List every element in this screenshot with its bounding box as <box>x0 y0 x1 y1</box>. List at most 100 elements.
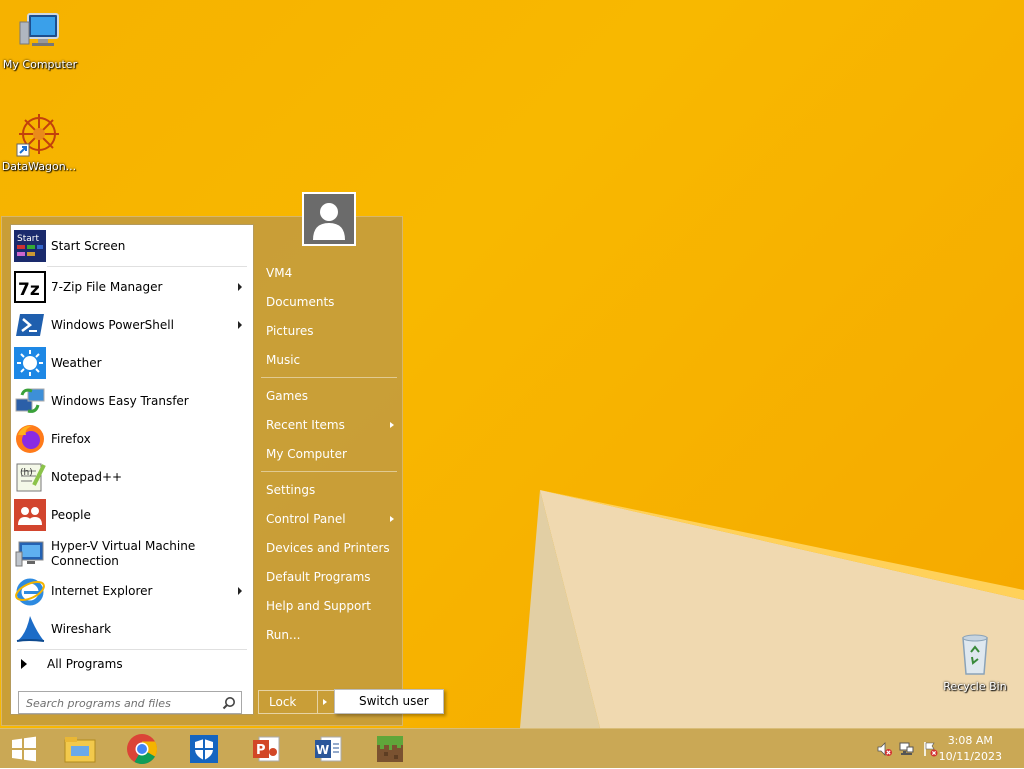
right-item-label: Recent Items <box>266 418 345 432</box>
people-icon <box>14 499 46 531</box>
lock-button[interactable]: Lock <box>258 690 318 714</box>
recycle-bin-icon <box>951 630 999 678</box>
right-item-devices-printers[interactable]: Devices and Printers <box>266 537 396 559</box>
menu-item-label: Internet Explorer <box>51 583 153 598</box>
right-item-help-support[interactable]: Help and Support <box>266 595 396 617</box>
windows-logo-icon <box>12 736 36 762</box>
search-icon[interactable] <box>222 696 236 710</box>
desktop-icon-datawagon[interactable]: DataWagon... <box>0 110 79 173</box>
right-item-label: Games <box>266 389 308 403</box>
right-item-documents[interactable]: Documents <box>266 291 396 313</box>
menu-item-easy-transfer[interactable]: Windows Easy Transfer <box>14 383 250 419</box>
right-item-label: Default Programs <box>266 570 371 584</box>
menu-item-label: 7-Zip File Manager <box>51 279 163 294</box>
menu-item-label: Notepad++ <box>51 469 123 484</box>
computer-icon <box>16 8 64 56</box>
right-item-label: Help and Support <box>266 599 371 613</box>
user-avatar[interactable] <box>302 192 356 246</box>
menu-item-hyperv[interactable]: Hyper-V Virtual Machine Connection <box>14 535 250 573</box>
menu-item-notepadpp[interactable]: (h) Notepad++ <box>14 459 250 495</box>
right-item-run[interactable]: Run... <box>266 624 396 646</box>
desktop-icon-label: My Computer <box>2 58 78 71</box>
taskbar-powerpoint[interactable]: P <box>242 731 290 767</box>
action-center-flag-icon[interactable] <box>922 741 938 757</box>
switch-user-menu-item[interactable]: Switch user <box>334 689 444 714</box>
7zip-icon: 7z <box>14 271 46 303</box>
start-menu-programs-pane: Start Start Screen 7z 7-Zip File Manager… <box>10 224 254 715</box>
file-explorer-icon <box>64 737 96 763</box>
weather-icon <box>14 347 46 379</box>
powerpoint-icon: P <box>253 736 280 762</box>
taskbar-defender[interactable] <box>180 731 228 767</box>
menu-item-powershell[interactable]: Windows PowerShell <box>14 307 250 343</box>
right-item-vm4[interactable]: VM4 <box>266 262 396 284</box>
expand-triangle-icon <box>21 659 27 669</box>
volume-muted-icon[interactable] <box>876 741 892 757</box>
right-item-label: Settings <box>266 483 316 497</box>
right-item-default-programs[interactable]: Default Programs <box>266 566 396 588</box>
right-item-control-panel[interactable]: Control Panel <box>266 508 396 530</box>
menu-item-7zip[interactable]: 7z 7-Zip File Manager <box>14 269 250 305</box>
defender-icon <box>190 735 218 763</box>
taskbar-chrome[interactable] <box>118 731 166 767</box>
desktop-icon-recycle-bin[interactable]: Recycle Bin <box>935 630 1015 693</box>
menu-item-label: Hyper-V Virtual Machine <box>51 539 196 553</box>
chrome-icon <box>127 734 158 765</box>
clock[interactable]: 3:08 AM 10/11/2023 <box>939 733 1002 765</box>
menu-item-label-group: Hyper-V Virtual Machine Connection <box>51 539 195 569</box>
menu-item-firefox[interactable]: Firefox <box>14 421 250 457</box>
taskbar-minecraft[interactable] <box>366 731 414 767</box>
right-item-settings[interactable]: Settings <box>266 479 396 501</box>
wireshark-icon <box>14 613 46 645</box>
right-item-music[interactable]: Music <box>266 349 396 371</box>
submenu-arrow-icon <box>390 516 394 522</box>
right-item-label: Pictures <box>266 324 314 338</box>
switch-user-label: Switch user <box>359 694 429 708</box>
word-icon: W <box>315 736 342 762</box>
datawagon-icon <box>15 110 63 158</box>
network-icon[interactable] <box>898 741 914 757</box>
start-button[interactable] <box>0 731 48 767</box>
taskbar-file-explorer[interactable] <box>56 731 104 767</box>
menu-item-label: People <box>51 507 91 522</box>
desktop-icon-label: Recycle Bin <box>943 680 1007 693</box>
svg-text:(h): (h) <box>20 468 33 478</box>
search-box[interactable] <box>18 691 242 714</box>
notepadpp-icon: (h) <box>14 461 46 493</box>
user-icon <box>313 203 345 240</box>
menu-item-start-screen[interactable]: Start Start Screen <box>14 228 250 264</box>
start-screen-icon: Start <box>14 230 46 262</box>
menu-item-label: Weather <box>51 355 102 370</box>
svg-text:P: P <box>256 743 266 758</box>
right-item-games[interactable]: Games <box>266 385 396 407</box>
desktop-icon-my-computer[interactable]: My Computer <box>0 8 80 71</box>
menu-item-label: Windows PowerShell <box>51 317 174 332</box>
taskbar-word[interactable]: W <box>304 731 352 767</box>
menu-item-label: Start Screen <box>51 238 126 253</box>
all-programs-button[interactable]: All Programs <box>14 653 250 675</box>
submenu-arrow-icon <box>238 321 242 329</box>
menu-item-weather[interactable]: Weather <box>14 345 250 381</box>
menu-item-wireshark[interactable]: Wireshark <box>14 611 250 647</box>
start-menu: Start Start Screen 7z 7-Zip File Manager… <box>1 192 403 726</box>
right-item-recent-items[interactable]: Recent Items <box>266 414 396 436</box>
submenu-arrow-icon <box>238 587 242 595</box>
taskbar: P W 3:08 AM 10/11/2023 <box>0 728 1024 768</box>
clock-time: 3:08 AM <box>947 734 993 747</box>
right-item-label: Documents <box>266 295 335 309</box>
menu-item-people[interactable]: People <box>14 497 250 533</box>
minecraft-icon <box>377 736 403 762</box>
menu-item-label-line2: Connection <box>51 554 119 568</box>
desktop-icon-label: DataWagon... <box>1 160 77 173</box>
menu-item-label: Firefox <box>51 431 91 446</box>
right-item-label: VM4 <box>266 266 293 280</box>
menu-item-internet-explorer[interactable]: Internet Explorer <box>14 573 250 609</box>
menu-item-label: Wireshark <box>51 621 112 636</box>
search-input[interactable] <box>24 693 218 714</box>
right-item-my-computer[interactable]: My Computer <box>266 443 396 465</box>
hyperv-icon <box>14 538 46 570</box>
right-item-pictures[interactable]: Pictures <box>266 320 396 342</box>
right-item-label: My Computer <box>266 447 347 461</box>
right-item-label: Music <box>266 353 301 367</box>
chevron-right-icon <box>323 699 327 705</box>
